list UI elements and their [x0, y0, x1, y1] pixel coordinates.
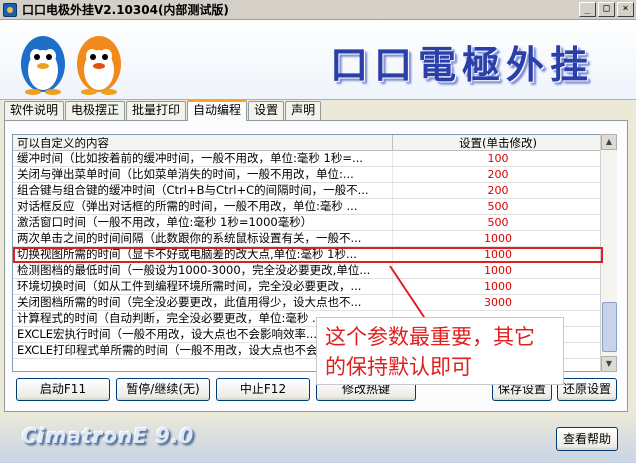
scroll-up-icon[interactable]: ▲	[601, 134, 617, 150]
table-row[interactable]: 两次单击之间的时间间隔（此数跟你的系统鼠标设置有关，一般不... 1000	[13, 231, 603, 247]
annotation-callout: 这个参数最重要，其它的保持默认即可	[316, 317, 564, 385]
setting-value-cell[interactable]: 500	[393, 215, 603, 230]
column-header-value[interactable]: 设置(单击修改)	[393, 135, 603, 151]
table-row[interactable]: 环境切换时间（如从工件到编程环境所需时间，完全没必要更改，... 1000	[13, 279, 603, 295]
start-button[interactable]: 启动F11	[16, 378, 110, 401]
window-controls: _ □ ×	[579, 2, 634, 17]
stop-button[interactable]: 中止F12	[216, 378, 310, 401]
setting-name-cell: 组合键与组合键的缓冲时间（Ctrl+B与Ctrl+C的间隔时间，一般不...	[13, 183, 393, 198]
title-bar: 口口电极外挂V2.10304(内部测试版) _ □ ×	[0, 0, 636, 20]
orange-mascot-icon	[77, 36, 121, 95]
table-row[interactable]: 缓冲时间（比如按着前的缓冲时间，一般不用改，单位:毫秒 1秒=... 100	[13, 151, 603, 167]
table-row[interactable]: 关闭图档所需的时间（完全没必要更改，此值用得少，设大点也不... 3000	[13, 295, 603, 311]
setting-name-cell: 关闭与弹出菜单时间（比如菜单消失的时间，一般不用改，单位:...	[13, 167, 393, 182]
setting-name-cell: 两次单击之间的时间间隔（此数跟你的系统鼠标设置有关，一般不...	[13, 231, 393, 246]
setting-value-cell[interactable]: 100	[393, 151, 603, 166]
tab-auto-programming[interactable]: 自动编程	[187, 100, 248, 121]
blue-mascot-icon	[21, 36, 65, 95]
setting-name-cell: 对话框反应（弹出对话框的所需的时间，一般不用改，单位:毫秒 ...	[13, 199, 393, 214]
help-button[interactable]: 查看帮助	[556, 427, 618, 451]
tab-settings[interactable]: 设置	[248, 101, 285, 120]
setting-name-cell: 检测图档的最低时间（一般设为1000-3000，完全没必要更改,单位...	[13, 263, 393, 278]
setting-value-cell[interactable]: 1000	[393, 247, 603, 262]
table-row[interactable]: 对话框反应（弹出对话框的所需的时间，一般不用改，单位:毫秒 ... 500	[13, 199, 603, 215]
minimize-button[interactable]: _	[579, 2, 596, 17]
tab-statement[interactable]: 声明	[285, 101, 322, 120]
setting-name-cell: 缓冲时间（比如按着前的缓冲时间，一般不用改，单位:毫秒 1秒=...	[13, 151, 393, 166]
app-icon	[3, 2, 17, 17]
table-header: 可以自定义的内容 设置(单击修改)	[13, 135, 603, 151]
setting-value-cell[interactable]: 1000	[393, 231, 603, 246]
setting-name-cell: 激活窗口时间（一般不用改，单位:毫秒 1秒=1000毫秒）	[13, 215, 393, 230]
callout-pointer	[389, 265, 427, 321]
setting-name-cell: 关闭图档所需的时间（完全没必要更改，此值用得少，设大点也不...	[13, 295, 393, 310]
table-row[interactable]: 关闭与弹出菜单时间（比如菜单消失的时间，一般不用改，单位:... 200	[13, 167, 603, 183]
brand-logo-text: 口口電極外挂	[330, 42, 595, 87]
tab-strip: 软件说明 电极摆正 批量打印 自动编程 设置 声明	[4, 100, 322, 121]
setting-value-cell[interactable]: 500	[393, 199, 603, 214]
setting-name-cell: 切换视图所需的时间（显卡不好或电脑差的改大点,单位:毫秒 1秒...	[13, 247, 393, 262]
window-title: 口口电极外挂V2.10304(内部测试版)	[22, 3, 229, 17]
header-banner: 口口電極外挂	[0, 20, 636, 100]
setting-value-cell[interactable]: 200	[393, 167, 603, 182]
tab-batch-print[interactable]: 批量打印	[126, 101, 187, 120]
maximize-button[interactable]: □	[598, 2, 615, 17]
table-row[interactable]: 检测图档的最低时间（一般设为1000-3000，完全没必要更改,单位... 100…	[13, 263, 603, 279]
tab-software-info[interactable]: 软件说明	[4, 101, 65, 120]
table-row[interactable]: 切换视图所需的时间（显卡不好或电脑差的改大点,单位:毫秒 1秒... 1000	[13, 247, 603, 263]
scroll-down-icon[interactable]: ▼	[601, 356, 617, 372]
table-row[interactable]: 组合键与组合键的缓冲时间（Ctrl+B与Ctrl+C的间隔时间，一般不... 20…	[13, 183, 603, 199]
setting-name-cell: 环境切换时间（如从工件到编程环境所需时间，完全没必要更改，...	[13, 279, 393, 294]
scroll-thumb[interactable]	[602, 302, 617, 352]
pause-resume-button[interactable]: 暂停/继续(无)	[116, 378, 210, 401]
restore-settings-button[interactable]: 还原设置	[557, 378, 617, 401]
table-row[interactable]: 激活窗口时间（一般不用改，单位:毫秒 1秒=1000毫秒） 500	[13, 215, 603, 231]
setting-value-cell[interactable]: 200	[393, 183, 603, 198]
app-window: 口口电极外挂V2.10304(内部测试版) _ □ × 口口電極外挂 软件说明 …	[0, 0, 636, 463]
close-button[interactable]: ×	[617, 2, 634, 17]
cimatron-logo: CimatronE 9.0	[22, 424, 195, 448]
tab-electrode-align[interactable]: 电极摆正	[65, 101, 126, 120]
column-header-item[interactable]: 可以自定义的内容	[13, 135, 393, 151]
